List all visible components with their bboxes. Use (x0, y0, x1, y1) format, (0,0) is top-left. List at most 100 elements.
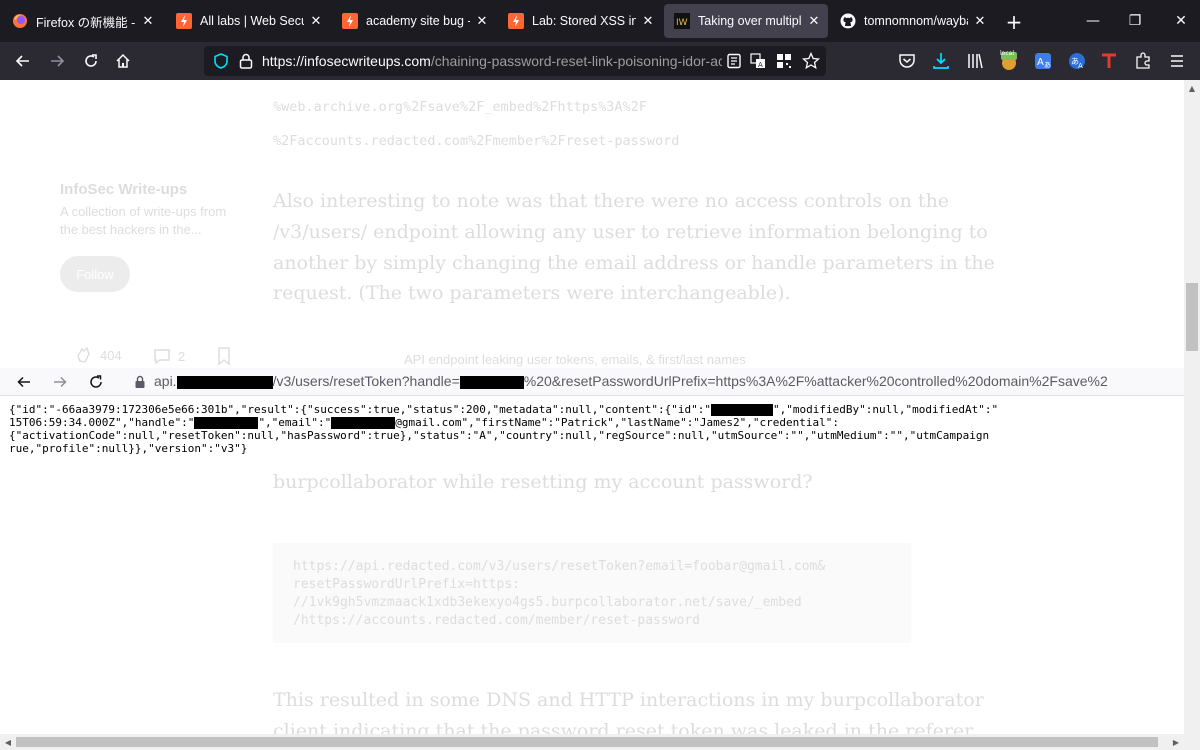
tab-taking-over-accounts[interactable]: IW Taking over multiple u ✕ (664, 4, 828, 38)
embedded-reload-icon (86, 372, 106, 392)
translate-icon[interactable]: A (750, 53, 766, 73)
tab-firefox-whats-new[interactable]: Firefox の新機能 - ブラ ✕ (2, 4, 162, 38)
downloads-icon[interactable] (930, 50, 952, 72)
paragraph-line: another by simply changing the email add… (273, 252, 995, 274)
forward-arrow-icon (51, 55, 65, 67)
json-text: ","modifiedBy":null,"modifiedAt":" (773, 403, 999, 416)
tab-title: Firefox の新機能 - ブラ (36, 15, 136, 30)
home-icon (116, 53, 130, 68)
language-extension-icon[interactable]: あA (1066, 50, 1088, 72)
close-icon[interactable]: ✕ (308, 13, 324, 29)
tracking-protection-shield-icon[interactable] (212, 52, 230, 74)
extensions-puzzle-icon[interactable] (1132, 50, 1154, 72)
back-button[interactable] (8, 46, 38, 76)
json-text: @gmail.com","firstName":"Patrick","lastN… (395, 416, 840, 429)
tab-title: academy site bug - Bu (366, 14, 470, 28)
json-text: ","email":" (258, 416, 332, 429)
horizontal-scrollbar[interactable]: ◀ ▶ (0, 734, 1200, 750)
forward-button[interactable] (42, 46, 72, 76)
portswigger-icon (342, 13, 358, 29)
scroll-left-arrow-icon[interactable]: ◀ (0, 734, 16, 750)
svg-text:A: A (1037, 57, 1044, 68)
firefox-icon (12, 13, 28, 29)
embedded-api-screenshot: api. /v3/users/resetToken?handle= %20&rese… (0, 368, 1184, 458)
tab-tomnomnom-waybackurls[interactable]: tomnomnom/wayback ✕ (830, 4, 994, 38)
embedded-url: api. /v3/users/resetToken?handle= %20&rese… (154, 373, 1108, 389)
extension-local-icon[interactable]: local (998, 50, 1020, 72)
image-caption: API endpoint leaking user tokens, emails… (404, 352, 746, 367)
close-icon[interactable]: ✕ (972, 13, 988, 29)
json-response-line: 15T06:59:34.000Z","handle":" ","email":" @… (9, 416, 839, 429)
scroll-right-arrow-icon[interactable]: ▶ (1168, 734, 1184, 750)
infosec-writeups-icon: IW (674, 13, 690, 29)
code-line: %2Faccounts.redacted.com%2Fmember%2Frese… (273, 133, 680, 149)
code-line: //1vk9gh5vmzmaack1xdb3ekexyo4gs5.burpcol… (293, 595, 802, 610)
comments-button[interactable]: 2 (152, 346, 185, 366)
t-extension-icon[interactable] (1098, 50, 1120, 72)
tab-academy-site-bug[interactable]: academy site bug - Bu ✕ (332, 4, 496, 38)
code-line: https://api.redacted.com/v3/users/resetT… (293, 559, 826, 574)
bookmark-icon (218, 347, 230, 366)
close-icon[interactable]: ✕ (640, 13, 656, 29)
paragraph-line: client indicating that the password rese… (273, 720, 974, 734)
tab-lab-stored-xss[interactable]: Lab: Stored XSS into H ✕ (498, 4, 662, 38)
publication-name[interactable]: InfoSec Write-ups (60, 181, 187, 198)
url-domain: https://infosecwriteups.com (262, 53, 431, 69)
close-icon[interactable]: ✕ (806, 13, 822, 29)
close-window-button[interactable]: ✕ (1158, 0, 1200, 42)
vertical-scroll-thumb[interactable] (1186, 283, 1198, 351)
bookmark-button[interactable] (216, 346, 232, 370)
json-response-line: {"id":"-66aa3979:172306e5e66:301b","resu… (9, 403, 998, 416)
url-bar[interactable]: https://infosecwriteups.com/chaining-pas… (204, 46, 826, 76)
qr-code-icon[interactable] (776, 53, 792, 73)
svg-text:A: A (758, 61, 763, 69)
tab-all-labs[interactable]: All labs | Web Security ✕ (166, 4, 330, 38)
maximize-button[interactable]: ❐ (1112, 0, 1158, 42)
scroll-up-arrow-icon[interactable]: ▲ (1184, 80, 1200, 96)
url-path: /chaining-password-reset-link-poisoning-… (430, 53, 722, 69)
reader-view-icon[interactable] (726, 53, 742, 73)
embedded-lock-icon (130, 372, 150, 392)
svg-text:A: A (1078, 62, 1083, 70)
tab-title: tomnomnom/wayback (864, 14, 968, 28)
library-icon[interactable] (964, 50, 986, 72)
json-response-line: rue,"profile":null}},"version":"v3"} (9, 442, 248, 455)
publication-description: the best hackers in the... (60, 222, 202, 237)
tab-title: Lab: Stored XSS into H (532, 14, 636, 28)
bookmark-star-icon[interactable] (801, 51, 821, 74)
vertical-scrollbar[interactable]: ▲ (1184, 80, 1200, 734)
tab-title: All labs | Web Security (200, 14, 304, 28)
lock-icon[interactable] (238, 52, 254, 74)
svg-text:あ: あ (1044, 61, 1051, 69)
embedded-url-prefix: api. (154, 373, 177, 389)
portswigger-icon (508, 13, 524, 29)
redaction-bar (331, 417, 396, 429)
translator-extension-icon[interactable]: Aあ (1032, 50, 1054, 72)
paragraph-line: Also interesting to note was that there … (273, 190, 950, 212)
paragraph-line: request. (The two parameters were interc… (273, 282, 791, 304)
reload-button[interactable] (76, 46, 106, 76)
code-line: %web.archive.org%2Fsave%2F_embed%2Fhttps… (273, 99, 647, 115)
close-icon[interactable]: ✕ (140, 13, 156, 29)
horizontal-scroll-thumb[interactable] (16, 737, 1158, 747)
home-button[interactable] (108, 46, 138, 76)
menu-hamburger-icon[interactable] (1166, 50, 1188, 72)
publication-description: A collection of write-ups from (60, 204, 227, 219)
portswigger-icon (176, 13, 192, 29)
tab-title: Taking over multiple u (698, 14, 802, 28)
embedded-back-icon (14, 372, 34, 392)
pocket-icon[interactable] (896, 50, 918, 72)
close-icon[interactable]: ✕ (474, 13, 490, 29)
code-line: /https://accounts.redacted.com/member/re… (293, 613, 700, 628)
reload-icon (85, 54, 97, 67)
redaction-bar (711, 404, 773, 416)
new-tab-button[interactable]: + (1000, 8, 1028, 36)
json-text: 15T06:59:34.000Z","handle":" (9, 416, 195, 429)
embedded-url-tail: %20&resetPasswordUrlPrefix=https%3A%2F%a… (523, 373, 1108, 389)
minimize-button[interactable]: — (1070, 0, 1116, 42)
embedded-url-path: /v3/users/resetToken?handle= (272, 373, 460, 389)
clap-button[interactable]: 404 (72, 344, 122, 366)
back-arrow-icon (15, 55, 29, 67)
follow-button[interactable]: Follow (60, 256, 130, 292)
url-text[interactable]: https://infosecwriteups.com/chaining-pas… (262, 53, 722, 69)
